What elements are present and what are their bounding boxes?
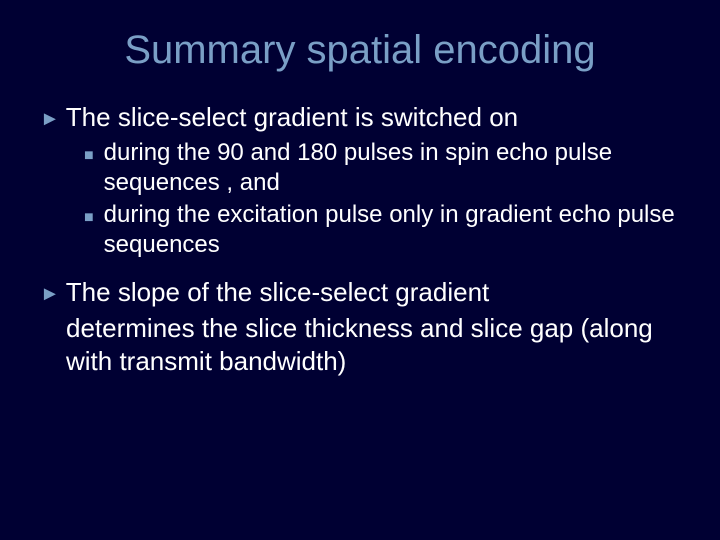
bullet-text-continuation: determines the slice thickness and slice…: [66, 312, 680, 377]
square-bullet-icon: ■: [84, 146, 94, 166]
bullet-level1: ► The slice-select gradient is switched …: [40, 101, 680, 134]
bullet-text: during the 90 and 180 pulses in spin ech…: [104, 138, 680, 198]
spacer: [40, 262, 680, 276]
bullet-text: during the excitation pulse only in grad…: [104, 200, 680, 260]
bullet-level1: ► The slope of the slice-select gradient: [40, 276, 680, 309]
triangle-bullet-icon: ►: [40, 107, 60, 132]
bullet-text: The slice-select gradient is switched on: [66, 101, 518, 134]
slide: Summary spatial encoding ► The slice-sel…: [0, 0, 720, 540]
bullet-level2: ■ during the excitation pulse only in gr…: [84, 200, 680, 260]
triangle-bullet-icon: ►: [40, 282, 60, 307]
bullet-level2: ■ during the 90 and 180 pulses in spin e…: [84, 138, 680, 198]
slide-title: Summary spatial encoding: [40, 28, 680, 73]
square-bullet-icon: ■: [84, 208, 94, 228]
bullet-text: The slope of the slice-select gradient: [66, 276, 489, 309]
